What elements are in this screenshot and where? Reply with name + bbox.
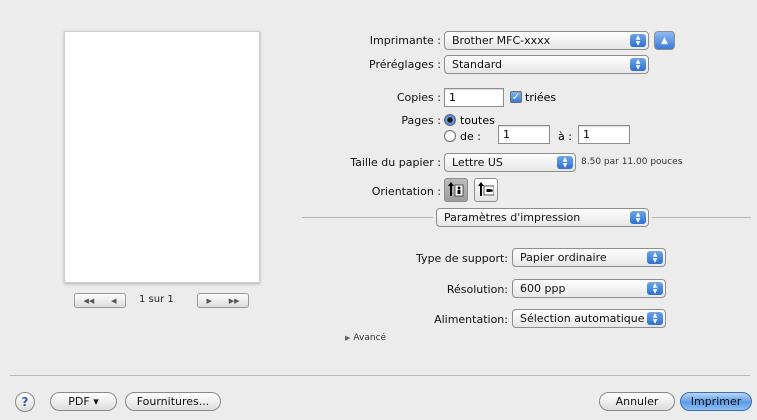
printer-label: Imprimante : [369, 34, 441, 47]
printer-collapse-button[interactable]: ▲ [654, 31, 675, 50]
presets-label: Préréglages : [369, 58, 441, 71]
popup-stepper-icon: ▲ ▼ [557, 156, 573, 169]
popup-stepper-icon: ▲ ▼ [630, 58, 646, 71]
popup-stepper-icon: ▲ ▼ [647, 282, 663, 295]
section-popup[interactable]: Paramètres d'impression ▲ ▼ [436, 208, 649, 227]
landscape-orientation-icon [478, 182, 494, 196]
popup-stepper-icon: ▲ ▼ [630, 211, 646, 224]
pdf-button[interactable]: PDF ▾ [50, 392, 117, 411]
help-button[interactable]: ? [15, 392, 35, 412]
pages-all-label: toutes [460, 114, 495, 127]
resolution-popup[interactable]: 600 ppp ▲ ▼ [512, 279, 666, 298]
pages-from-label: de : [460, 130, 481, 143]
supplies-button[interactable]: Fournitures... [125, 392, 221, 411]
orientation-label: Orientation : [371, 185, 441, 198]
printer-value: Brother MFC-xxxx [452, 34, 551, 47]
presets-value: Standard [452, 58, 503, 71]
print-preview-page [64, 31, 260, 283]
media-type-popup[interactable]: Papier ordinaire ▲ ▼ [512, 248, 666, 267]
first-previous-page-buttons[interactable]: ◀◀ ◀ [74, 293, 126, 308]
presets-popup[interactable]: Standard ▲ ▼ [444, 55, 649, 74]
printer-popup[interactable]: Brother MFC-xxxx ▲ ▼ [444, 31, 649, 50]
portrait-orientation-button[interactable] [444, 178, 468, 202]
media-type-value: Papier ordinaire [520, 251, 607, 264]
resolution-value: 600 ppp [520, 282, 566, 295]
paper-source-value: Sélection automatique [520, 312, 645, 325]
print-button[interactable]: Imprimer [680, 392, 752, 411]
pages-to-input[interactable]: 1 [578, 125, 630, 144]
cancel-button[interactable]: Annuler [599, 392, 675, 411]
media-type-label: Type de support: [416, 252, 508, 265]
paper-source-label: Alimentation: [434, 313, 508, 326]
footer-separator [10, 375, 750, 376]
section-value: Paramètres d'impression [444, 211, 581, 224]
first-page-icon[interactable]: ◀◀ [83, 297, 94, 305]
collated-label: triées [525, 91, 557, 104]
collated-checkbox[interactable]: ✓ [510, 91, 522, 103]
disclosure-triangle-icon: ▶ [345, 334, 351, 342]
copies-label: Copies : [396, 91, 441, 104]
pages-to-label: à : [558, 130, 572, 143]
advanced-disclosure[interactable]: ▶ Avancé [345, 333, 386, 343]
resolution-label: Résolution: [446, 283, 508, 296]
pages-label: Pages : [401, 114, 441, 127]
last-page-icon[interactable]: ▶▶ [229, 297, 240, 305]
popup-stepper-icon: ▲ ▼ [647, 312, 663, 325]
section-separator-left [302, 217, 433, 218]
popup-stepper-icon: ▲ ▼ [630, 34, 646, 47]
paper-size-label: Taille du papier : [350, 156, 441, 169]
paper-source-popup[interactable]: Sélection automatique ▲ ▼ [512, 309, 666, 328]
next-last-page-buttons[interactable]: ▶ ▶▶ [197, 293, 249, 308]
paper-dimensions: 8.50 par 11.00 pouces [581, 157, 683, 167]
previous-page-icon[interactable]: ◀ [111, 297, 116, 305]
paper-size-popup[interactable]: Lettre US ▲ ▼ [444, 153, 576, 172]
page-indicator: 1 sur 1 [139, 294, 174, 305]
portrait-orientation-icon [448, 182, 464, 197]
paper-size-value: Lettre US [452, 156, 503, 169]
copies-input[interactable]: 1 [444, 88, 504, 107]
next-page-icon[interactable]: ▶ [206, 297, 211, 305]
landscape-orientation-button[interactable] [474, 178, 498, 202]
pages-range-radio[interactable] [444, 130, 456, 142]
triangle-up-icon: ▲ [661, 35, 668, 46]
section-separator-right [652, 217, 751, 218]
popup-stepper-icon: ▲ ▼ [647, 251, 663, 264]
advanced-label: Avancé [353, 333, 387, 343]
pages-all-radio[interactable] [444, 114, 456, 126]
pages-from-input[interactable]: 1 [498, 125, 550, 144]
